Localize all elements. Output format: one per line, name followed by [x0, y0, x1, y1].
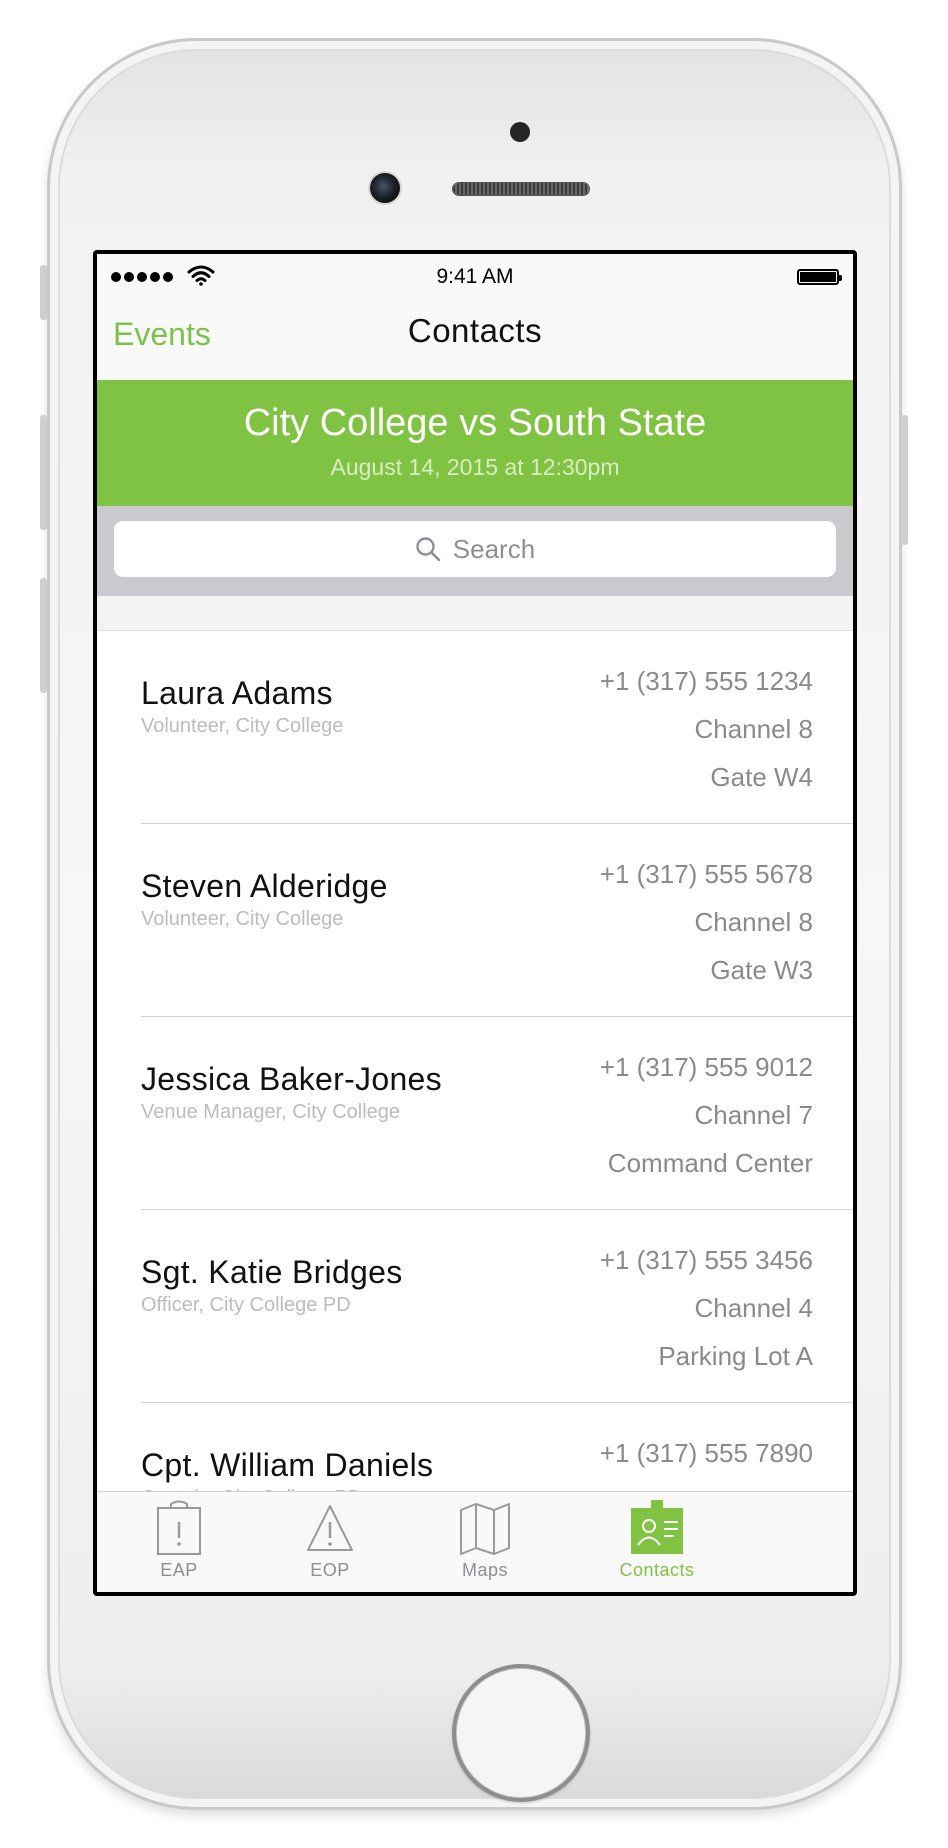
tab-contacts[interactable]: Contacts	[597, 1500, 717, 1581]
contact-phone[interactable]: +1 (317) 555 1234	[600, 657, 813, 705]
tab-bar: EAP EOP Maps Contacts	[97, 1491, 853, 1592]
volume-up-button[interactable]	[40, 415, 47, 530]
contact-details: +1 (317) 555 9012 Channel 7 Command Cent…	[600, 1043, 813, 1187]
search-bar: Search	[97, 506, 853, 596]
contact-channel: Channel 8	[694, 907, 813, 937]
volume-down-button[interactable]	[40, 578, 47, 693]
contact-row[interactable]: Laura Adams Volunteer, City College +1 (…	[97, 631, 853, 824]
tab-label: Contacts	[619, 1560, 695, 1580]
contact-row[interactable]: Steven Alderidge Volunteer, City College…	[97, 824, 853, 1017]
contact-role: Officer, City College PD	[141, 1294, 351, 1316]
navigation-bar: Events Contacts	[97, 296, 853, 380]
contact-card-icon	[631, 1500, 683, 1554]
proximity-sensor	[510, 122, 530, 142]
contact-phone[interactable]: +1 (317) 555 3456	[600, 1236, 813, 1284]
contact-role: Volunteer, City College	[141, 908, 344, 930]
search-placeholder: Search	[452, 533, 536, 564]
status-bar: 9:41 AM	[97, 254, 853, 296]
contact-location: Gate W4	[710, 762, 813, 792]
tab-label: EAP	[160, 1560, 198, 1580]
status-time: 9:41 AM	[436, 265, 514, 288]
event-title: City College vs South State	[243, 402, 707, 444]
contact-phone[interactable]: +1 (317) 555 5678	[600, 850, 813, 898]
contact-location: Command Center	[607, 1148, 813, 1178]
map-icon	[460, 1503, 510, 1555]
warning-triangle-icon	[307, 1505, 353, 1551]
event-banner: City College vs South State August 14, 2…	[97, 380, 853, 506]
battery-icon	[797, 269, 842, 285]
contact-channel: Channel 7	[694, 1100, 813, 1130]
list-section-header	[97, 596, 853, 631]
search-icon	[416, 537, 441, 562]
contact-details: +1 (317) 555 5678 Channel 8 Gate W3	[600, 850, 813, 994]
contact-row[interactable]: Sgt. Katie Bridges Officer, City College…	[97, 1210, 853, 1403]
page-title: Contacts	[407, 312, 543, 349]
contact-name: Jessica Baker-Jones	[141, 1061, 442, 1097]
contact-role: Volunteer, City College	[141, 715, 344, 737]
front-camera	[370, 173, 400, 203]
tab-eop[interactable]: EOP	[270, 1500, 390, 1581]
contact-channel: Channel 4	[694, 1293, 813, 1323]
event-date: August 14, 2015 at 12:30pm	[330, 454, 620, 480]
contact-role: Venue Manager, City College	[141, 1101, 401, 1123]
contact-phone[interactable]: +1 (317) 555 9012	[600, 1043, 813, 1091]
tab-maps[interactable]: Maps	[425, 1500, 545, 1581]
contact-name: Cpt. William Daniels	[141, 1447, 434, 1483]
home-button[interactable]	[452, 1664, 590, 1802]
power-button[interactable]	[901, 415, 908, 545]
tab-label: EOP	[310, 1560, 350, 1580]
tab-eap[interactable]: EAP	[119, 1500, 239, 1581]
contact-row[interactable]: Jessica Baker-Jones Venue Manager, City …	[97, 1017, 853, 1210]
contact-phone[interactable]: +1 (317) 555 7890	[600, 1429, 813, 1477]
contact-details: +1 (317) 555 1234 Channel 8 Gate W4	[600, 657, 813, 801]
contact-location: Parking Lot A	[658, 1341, 813, 1371]
contacts-list[interactable]: Laura Adams Volunteer, City College +1 (…	[97, 631, 853, 1592]
contact-location: Gate W3	[710, 955, 813, 985]
contact-details: +1 (317) 555 3456 Channel 4 Parking Lot …	[600, 1236, 813, 1380]
tab-label: Maps	[461, 1560, 508, 1580]
contact-channel: Channel 8	[694, 714, 813, 744]
clipboard-alert-icon	[157, 1500, 201, 1555]
mute-switch[interactable]	[40, 265, 47, 320]
search-input[interactable]: Search	[114, 521, 836, 577]
earpiece-speaker	[453, 183, 589, 195]
contact-name: Laura Adams	[141, 675, 333, 711]
contact-name: Steven Alderidge	[141, 868, 388, 904]
contact-name: Sgt. Katie Bridges	[141, 1254, 403, 1290]
app-screen: 9:41 AM Events Contacts City College vs …	[97, 254, 853, 1592]
device-screen: 9:41 AM Events Contacts City College vs …	[93, 250, 857, 1596]
